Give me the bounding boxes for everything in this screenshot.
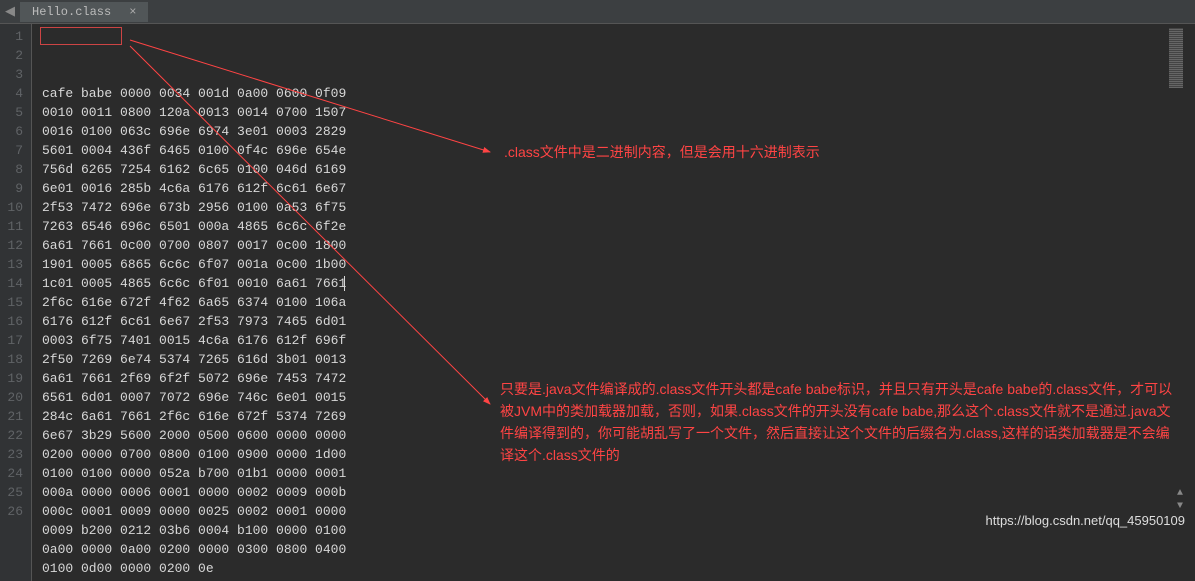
line-number: 13 bbox=[4, 255, 23, 274]
line-number: 22 bbox=[4, 426, 23, 445]
code-line: 2f6c 616e 672f 4f62 6a65 6374 0100 106a bbox=[42, 293, 346, 312]
close-icon[interactable]: × bbox=[129, 5, 136, 19]
code-line: 2f50 7269 6e74 5374 7265 616d 3b01 0013 bbox=[42, 350, 346, 369]
line-number: 8 bbox=[4, 160, 23, 179]
annotation-cafebabe-note: 只要是.java文件编译成的.class文件开头都是cafe babe标识，并且… bbox=[500, 378, 1180, 466]
code-line: 7263 6546 696c 6501 000a 4865 6c6c 6f2e bbox=[42, 217, 346, 236]
line-number: 1 bbox=[4, 27, 23, 46]
line-number: 17 bbox=[4, 331, 23, 350]
code-line: cafe babe 0000 0034 001d 0a00 0600 0f09 bbox=[42, 84, 346, 103]
line-number: 12 bbox=[4, 236, 23, 255]
line-number: 4 bbox=[4, 84, 23, 103]
code-line: 0100 0d00 0000 0200 0e bbox=[42, 559, 346, 578]
line-number: 10 bbox=[4, 198, 23, 217]
line-number: 11 bbox=[4, 217, 23, 236]
line-number: 5 bbox=[4, 103, 23, 122]
line-number: 6 bbox=[4, 122, 23, 141]
code-content[interactable]: cafe babe 0000 0034 001d 0a00 0600 0f090… bbox=[32, 24, 356, 581]
code-line: 6e01 0016 285b 4c6a 6176 612f 6c61 6e67 bbox=[42, 179, 346, 198]
cafe-babe-highlight bbox=[40, 27, 122, 45]
line-gutter: 1234567891011121314151617181920212223242… bbox=[0, 24, 32, 581]
line-number: 9 bbox=[4, 179, 23, 198]
code-line: 1901 0005 6865 6c6c 6f07 001a 0c00 1b00 bbox=[42, 255, 346, 274]
code-line: 0009 b200 0212 03b6 0004 b100 0000 0100 bbox=[42, 521, 346, 540]
line-number: 21 bbox=[4, 407, 23, 426]
line-number: 14 bbox=[4, 274, 23, 293]
line-number: 23 bbox=[4, 445, 23, 464]
line-number: 24 bbox=[4, 464, 23, 483]
line-number: 15 bbox=[4, 293, 23, 312]
scroll-up-icon[interactable]: ▲ bbox=[1177, 488, 1183, 499]
line-number: 26 bbox=[4, 502, 23, 521]
code-line: 0a00 0000 0a00 0200 0000 0300 0800 0400 bbox=[42, 540, 346, 559]
line-number: 19 bbox=[4, 369, 23, 388]
tab-prev-icon[interactable]: ◀ bbox=[0, 4, 20, 19]
scroll-arrows[interactable]: ▲ ▼ bbox=[1177, 488, 1183, 512]
code-line: 756d 6265 7254 6162 6c65 0100 046d 6169 bbox=[42, 160, 346, 179]
code-line: 000a 0000 0006 0001 0000 0002 0009 000b bbox=[42, 483, 346, 502]
code-line: 6a61 7661 0c00 0700 0807 0017 0c00 1800 bbox=[42, 236, 346, 255]
line-number: 20 bbox=[4, 388, 23, 407]
code-line: 6e67 3b29 5600 2000 0500 0600 0000 0000 bbox=[42, 426, 346, 445]
code-line: 6561 6d01 0007 7072 696e 746c 6e01 0015 bbox=[42, 388, 346, 407]
tab-hello-class[interactable]: Hello.class × bbox=[20, 2, 148, 22]
code-line: 6a61 7661 2f69 6f2f 5072 696e 7453 7472 bbox=[42, 369, 346, 388]
code-line: 000c 0001 0009 0000 0025 0002 0001 0000 bbox=[42, 502, 346, 521]
line-number: 2 bbox=[4, 46, 23, 65]
line-number: 16 bbox=[4, 312, 23, 331]
code-line: 0016 0100 063c 696e 6974 3e01 0003 2829 bbox=[42, 122, 346, 141]
tab-label: Hello.class bbox=[32, 5, 111, 19]
code-line: 6176 612f 6c61 6e67 2f53 7973 7465 6d01 bbox=[42, 312, 346, 331]
line-number: 25 bbox=[4, 483, 23, 502]
scrollbar-track[interactable] bbox=[1169, 28, 1183, 88]
line-number: 18 bbox=[4, 350, 23, 369]
code-line: 0100 0100 0000 052a b700 01b1 0000 0001 bbox=[42, 464, 346, 483]
annotation-hex-note: .class文件中是二进制内容，但是会用十六进制表示 bbox=[504, 142, 820, 162]
code-line: 5601 0004 436f 6465 0100 0f4c 696e 654e bbox=[42, 141, 346, 160]
line-number: 3 bbox=[4, 65, 23, 84]
text-caret bbox=[344, 276, 345, 291]
scroll-down-icon[interactable]: ▼ bbox=[1177, 501, 1183, 512]
code-line: 1c01 0005 4865 6c6c 6f01 0010 6a61 7661 bbox=[42, 274, 346, 293]
code-line: 0010 0011 0800 120a 0013 0014 0700 1507 bbox=[42, 103, 346, 122]
code-line: 0003 6f75 7401 0015 4c6a 6176 612f 696f bbox=[42, 331, 346, 350]
line-number: 7 bbox=[4, 141, 23, 160]
code-line: 0200 0000 0700 0800 0100 0900 0000 1d00 bbox=[42, 445, 346, 464]
code-line: 2f53 7472 696e 673b 2956 0100 0a53 6f75 bbox=[42, 198, 346, 217]
code-line: 284c 6a61 7661 2f6c 616e 672f 5374 7269 bbox=[42, 407, 346, 426]
tab-bar: ◀ Hello.class × bbox=[0, 0, 1195, 24]
watermark: https://blog.csdn.net/qq_45950109 bbox=[986, 513, 1186, 528]
editor-area: 1234567891011121314151617181920212223242… bbox=[0, 24, 1195, 581]
